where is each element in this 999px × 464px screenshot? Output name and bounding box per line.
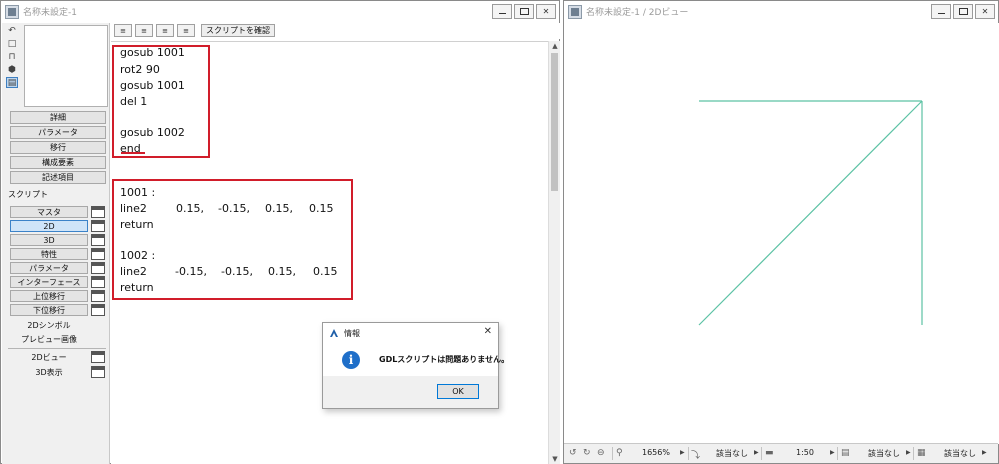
script-interface-button[interactable]: インターフェース bbox=[10, 276, 88, 288]
2d-drawing bbox=[698, 100, 923, 326]
highlight-box-main bbox=[112, 45, 210, 158]
status-bar: ↺ ↻ ⊖ ⚲ 1656% ▶ ⤵ 該当なし ▶ ▬ 1:50 ▶ ▤ 該当なし… bbox=[564, 443, 998, 463]
3d-view-button[interactable]: 3D表示 bbox=[10, 366, 88, 378]
script-forward-migration-button[interactable]: 上位移行 bbox=[10, 290, 88, 302]
model-view-icon[interactable]: ▦ bbox=[917, 448, 926, 458]
2d-canvas[interactable] bbox=[565, 23, 999, 444]
rotate-view-icon[interactable]: ⤵ bbox=[691, 448, 700, 461]
dialog-message: GDLスクリプトは問題ありません。 bbox=[379, 355, 510, 364]
window-title: 名称未設定-1 / 2Dビュー bbox=[586, 8, 689, 18]
maximize-button[interactable] bbox=[953, 4, 973, 19]
square-icon[interactable]: □ bbox=[6, 38, 18, 49]
script-master-button[interactable]: マスタ bbox=[10, 206, 88, 218]
open-window-icon[interactable] bbox=[91, 366, 105, 378]
pointer-icon[interactable]: ↶ bbox=[6, 25, 18, 36]
scrollbar-thumb[interactable] bbox=[551, 53, 558, 191]
open-window-icon[interactable] bbox=[91, 276, 105, 288]
drawn-line-3 bbox=[698, 100, 923, 326]
archicad-logo-icon bbox=[330, 329, 338, 337]
drawing-scale[interactable]: 1:50 bbox=[796, 448, 814, 457]
open-window-icon[interactable] bbox=[91, 304, 105, 316]
app-icon bbox=[568, 5, 582, 19]
preview-panel bbox=[24, 25, 108, 107]
scroll-down-arrow-icon[interactable]: ▼ bbox=[549, 454, 561, 464]
undo-icon[interactable]: ↺ bbox=[569, 448, 577, 458]
script-parameter-button[interactable]: パラメータ bbox=[10, 262, 88, 274]
script-3d-button[interactable]: 3D bbox=[10, 234, 88, 246]
minimize-button[interactable] bbox=[492, 4, 512, 19]
dropdown-arrow-icon[interactable]: ▶ bbox=[830, 449, 835, 456]
dialog-title-bar[interactable]: 情報 ✕ bbox=[323, 323, 498, 343]
outdent-icon[interactable]: ≡ bbox=[135, 24, 153, 37]
parameters-button[interactable]: パラメータ bbox=[10, 126, 106, 139]
uncomment-icon[interactable]: ≡ bbox=[177, 24, 195, 37]
zoom-icon[interactable]: ⚲ bbox=[616, 448, 623, 458]
zoom-out-icon[interactable]: ⊖ bbox=[597, 448, 605, 458]
zoom-level[interactable]: 1656% bbox=[642, 448, 670, 457]
dialog-footer: OK bbox=[323, 376, 498, 408]
components-button[interactable]: 構成要素 bbox=[10, 156, 106, 169]
pen-set[interactable]: 該当なし bbox=[868, 448, 900, 459]
indent-icon[interactable]: ≡ bbox=[114, 24, 132, 37]
scroll-up-arrow-icon[interactable]: ▲ bbox=[549, 41, 561, 51]
dialog-body: i GDLスクリプトは問題ありません。 bbox=[323, 343, 509, 373]
open-window-icon[interactable] bbox=[91, 248, 105, 260]
close-button[interactable] bbox=[975, 4, 995, 19]
redo-icon[interactable]: ↻ bbox=[583, 448, 591, 458]
script-2d-symbol-button[interactable]: 2Dシンボル bbox=[10, 319, 88, 331]
open-window-icon[interactable] bbox=[91, 220, 105, 232]
dialog-close-icon[interactable]: ✕ bbox=[484, 326, 492, 337]
maximize-button[interactable] bbox=[514, 4, 534, 19]
app-icon bbox=[5, 5, 19, 19]
highlight-box-subroutines bbox=[112, 179, 353, 300]
dropdown-arrow-icon[interactable]: ▶ bbox=[906, 449, 911, 456]
check-script-button[interactable]: スクリプトを確認 bbox=[201, 24, 275, 37]
scripts-label: スクリプト bbox=[8, 190, 48, 199]
script-2d-button[interactable]: 2D bbox=[10, 220, 88, 232]
open-window-icon[interactable] bbox=[91, 351, 105, 363]
close-button[interactable] bbox=[536, 4, 556, 19]
layer-combination[interactable]: 該当なし bbox=[716, 448, 748, 459]
frame-icon[interactable]: ⊓ bbox=[6, 51, 18, 62]
info-icon: i bbox=[342, 351, 360, 369]
sidebar-divider bbox=[8, 348, 106, 349]
descriptors-button[interactable]: 記述項目 bbox=[10, 171, 106, 184]
2d-view-button[interactable]: 2Dビュー bbox=[10, 351, 88, 363]
migration-button[interactable]: 移行 bbox=[10, 141, 106, 154]
minimize-button[interactable] bbox=[931, 4, 951, 19]
editor-scrollbar[interactable]: ▲ ▼ bbox=[548, 41, 560, 464]
title-bar[interactable]: 名称未設定-1 bbox=[1, 1, 559, 23]
info-dialog: 情報 ✕ i GDLスクリプトは問題ありません。 OK bbox=[322, 322, 509, 409]
window-title: 名称未設定-1 bbox=[23, 8, 77, 18]
title-bar[interactable]: 名称未設定-1 / 2Dビュー bbox=[564, 1, 998, 23]
comment-icon[interactable]: ≡ bbox=[156, 24, 174, 37]
sidebar: ↶ □ ⊓ ⬢ ▤ 詳細 パラメータ 移行 構成要素 記述項目 スクリプト マス… bbox=[2, 23, 110, 464]
gdl-editor-window: 名称未設定-1 ↶ □ ⊓ ⬢ ▤ 詳細 パラメータ 移行 構成要素 記述項目 … bbox=[0, 0, 560, 464]
view-mode-icons: ↶ □ ⊓ ⬢ ▤ bbox=[6, 25, 20, 90]
script-backward-migration-button[interactable]: 下位移行 bbox=[10, 304, 88, 316]
scale-icon[interactable]: ▬ bbox=[765, 448, 774, 458]
script-properties-button[interactable]: 特性 bbox=[10, 248, 88, 260]
open-window-icon[interactable] bbox=[91, 290, 105, 302]
cube-icon[interactable]: ⬢ bbox=[6, 64, 18, 75]
ok-button[interactable]: OK bbox=[437, 384, 479, 399]
open-window-icon[interactable] bbox=[91, 206, 105, 218]
2d-view-window: 名称未設定-1 / 2Dビュー ↺ ↻ ⊖ ⚲ 1656% ▶ ⤵ 該当なし ▶… bbox=[563, 0, 999, 464]
dropdown-arrow-icon[interactable]: ▶ bbox=[982, 449, 987, 456]
details-button[interactable]: 詳細 bbox=[10, 111, 106, 124]
script-preview-image-button[interactable]: プレビュー画像 bbox=[10, 333, 88, 345]
dialog-title: 情報 bbox=[344, 329, 360, 338]
list-view-icon[interactable]: ▤ bbox=[6, 77, 18, 88]
dropdown-arrow-icon[interactable]: ▶ bbox=[754, 449, 759, 456]
pen-set-icon[interactable]: ▤ bbox=[841, 448, 850, 458]
editor-toolbar: ≡ ≡ ≡ ≡ スクリプトを確認 bbox=[111, 23, 560, 39]
model-view-options[interactable]: 該当なし bbox=[944, 448, 976, 459]
open-window-icon[interactable] bbox=[91, 262, 105, 274]
open-window-icon[interactable] bbox=[91, 234, 105, 246]
dropdown-arrow-icon[interactable]: ▶ bbox=[680, 449, 685, 456]
